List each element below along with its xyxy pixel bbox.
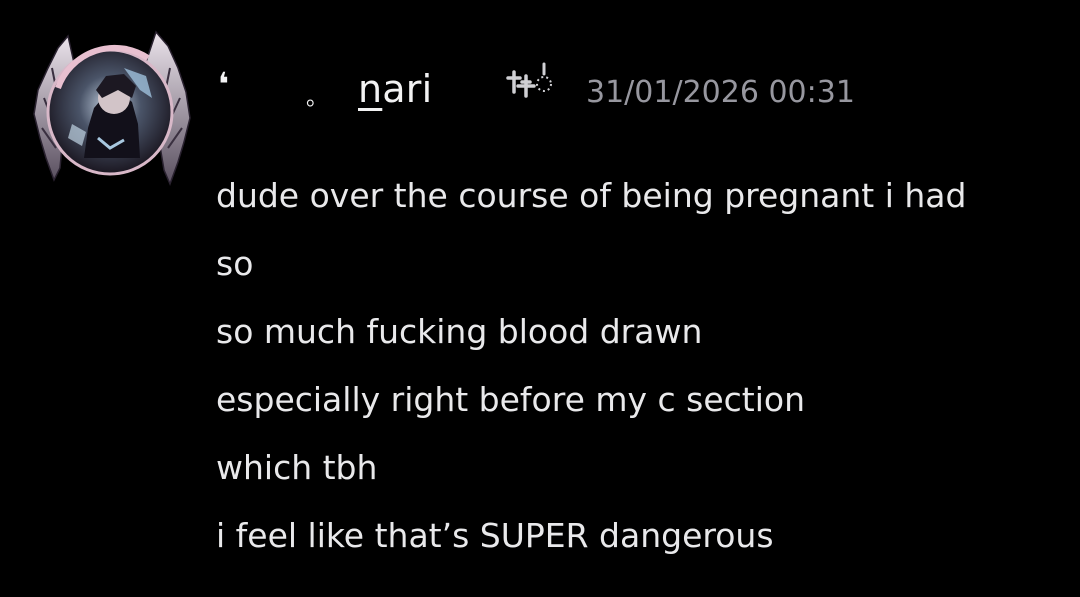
message-content: dude over the course of being pregnant i…	[216, 162, 1056, 570]
message-line: which tbh	[216, 448, 378, 487]
role-badge-icon[interactable]	[504, 62, 558, 108]
author-avatar[interactable]	[28, 28, 192, 192]
username-first-letter: n	[358, 67, 383, 111]
message-line: especially right before my c section	[216, 380, 806, 419]
author-username[interactable]: nari	[358, 70, 432, 108]
name-decoration-left: ❛	[218, 65, 230, 103]
message-line: so	[216, 244, 254, 283]
message-line: i feel like that’s SUPER dangerous	[216, 516, 774, 555]
message-line: so much fucking blood drawn	[216, 312, 703, 351]
name-decoration-dot: 。	[306, 86, 329, 111]
message-timestamp: 31/01/2026 00:31	[586, 75, 855, 110]
username-rest: ari	[382, 67, 433, 111]
message-header: ❛ 。 nari 31/01/2026 00:31	[216, 62, 1036, 122]
chat-message: ❛ 。 nari 31/01/2026 00:31 dude over the …	[0, 0, 1080, 597]
message-line: dude over the course of being pregnant i…	[216, 176, 967, 215]
winged-avatar-icon	[33, 30, 191, 187]
